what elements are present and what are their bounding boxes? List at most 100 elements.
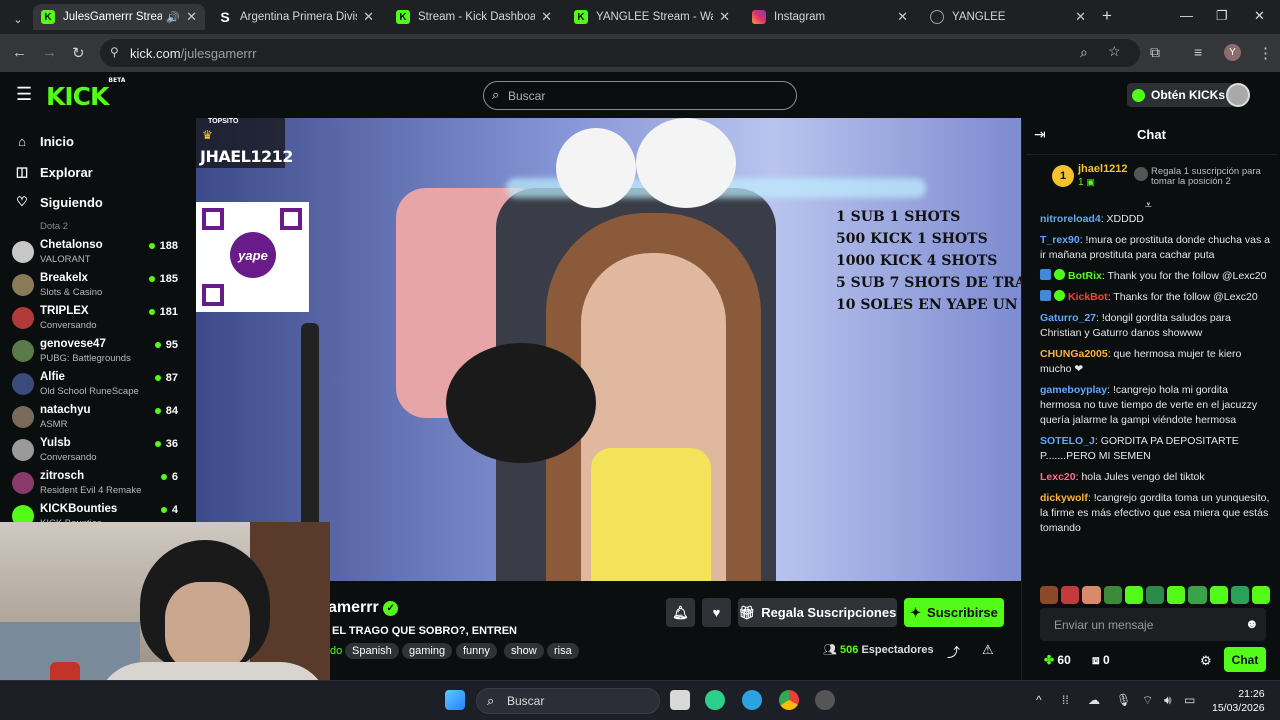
nav-explorar[interactable]: ◫ Explorar	[14, 164, 93, 180]
hamburger-menu-icon[interactable]: ☰	[16, 84, 32, 105]
sidebar-channel-alfie[interactable]: Alfie Old School RuneScape 87	[12, 370, 184, 403]
chat-username[interactable]: nitroreload4	[1040, 213, 1101, 225]
chat-username[interactable]: T_rex90	[1040, 234, 1080, 246]
maximize-button[interactable]: ❐	[1216, 8, 1228, 24]
wifi-icon[interactable]: ⌔	[1142, 693, 1153, 708]
taskbar-search[interactable]: ⌕ Buscar	[476, 688, 660, 714]
minimize-button[interactable]: —	[1180, 8, 1193, 23]
app-heart-icon[interactable]	[705, 690, 725, 710]
sidebar-channel-breakelx[interactable]: Breakelx Slots & Casino 185	[12, 271, 184, 304]
chat-username[interactable]: CHUNGa2005	[1040, 348, 1108, 360]
mic-icon[interactable]: 🎙︎	[1116, 693, 1131, 707]
chat-send-button[interactable]: Chat	[1224, 647, 1266, 672]
report-icon[interactable]: ⚠	[982, 642, 994, 658]
kicks-balance[interactable]: ✤ 60	[1044, 653, 1071, 667]
search-box[interactable]: ⌕	[483, 81, 797, 110]
extensions-icon[interactable]: ⧉	[1150, 44, 1160, 61]
close-tab-icon[interactable]: ✕	[1075, 9, 1086, 25]
tab-kick-dashboard[interactable]: K Stream - Kick Dashboard ✕	[388, 4, 560, 30]
tab-argentina[interactable]: S Argentina Primera Division ✕	[210, 4, 382, 30]
chat-username[interactable]: SOTELO_J	[1040, 435, 1095, 447]
chat-input[interactable]	[1054, 616, 1234, 634]
nav-siguiendo[interactable]: ♡ Siguiendo	[14, 194, 103, 210]
emoji-icon[interactable]: ☻	[1245, 616, 1259, 631]
gift-balance[interactable]: ⧈ 0	[1092, 653, 1110, 668]
expand-pin-icon[interactable]: ⩡	[1145, 198, 1152, 213]
emote-icon[interactable]	[1040, 586, 1059, 604]
reload-icon[interactable]: ↻	[72, 44, 85, 62]
clock[interactable]: 21:26 15/03/2026	[1212, 687, 1265, 715]
emote-icon[interactable]	[1103, 586, 1122, 604]
close-window-button[interactable]: ✕	[1254, 8, 1265, 24]
share-icon[interactable]: ⤴	[947, 642, 960, 661]
follow-button[interactable]: ♥	[702, 598, 731, 627]
get-kicks-button[interactable]: Obtén KICKs	[1127, 83, 1234, 107]
volume-icon[interactable]: 🔊︎	[1164, 693, 1172, 708]
sidebar-channel-triplex[interactable]: TRIPLEX Conversando 181	[12, 304, 184, 337]
tag-risa[interactable]: risa	[547, 643, 579, 659]
tab-yanglee-stream[interactable]: K YANGLEE Stream - Watch l ✕	[566, 4, 738, 30]
emote-icon[interactable]	[1251, 586, 1271, 604]
bookmark-star-icon[interactable]: ☆	[1108, 43, 1121, 60]
chrome-icon[interactable]	[779, 690, 799, 710]
tray-overflow-icon[interactable]: ^	[1036, 693, 1042, 707]
sidebar-channel-kickbounties[interactable]: KICKBountiesKICK Bounties4	[12, 502, 184, 522]
tag-spanish[interactable]: Spanish	[345, 643, 399, 659]
media-control-icon[interactable]: ≡	[1194, 44, 1202, 60]
chat-username[interactable]: Gaturro_27	[1040, 312, 1096, 324]
chat-username[interactable]: KickBot	[1068, 291, 1108, 303]
tag-funny[interactable]: funny	[456, 643, 497, 659]
windows-start-icon[interactable]	[445, 690, 465, 710]
tray-grid-icon[interactable]: ⁞⁞	[1062, 693, 1069, 707]
new-tab-button[interactable]: +	[1102, 6, 1112, 26]
site-info-icon[interactable]: ⚲	[110, 45, 119, 59]
tab-julesgamerrr[interactable]: K JulesGamerrr Stream - 🔊 ✕	[33, 4, 205, 30]
profile-avatar[interactable]: Y	[1224, 44, 1241, 61]
chat-username[interactable]: dickywolf	[1040, 492, 1088, 504]
sidebar-channel-chetalonso[interactable]: Chetalonso VALORANT 188	[12, 238, 184, 271]
tab-search-button[interactable]: ⌄	[8, 6, 28, 32]
category-link[interactable]: do	[330, 645, 342, 657]
chat-username[interactable]: gameboyplay	[1040, 384, 1107, 396]
obs-icon[interactable]	[815, 690, 835, 710]
zoom-icon[interactable]: ⌕	[1080, 44, 1088, 61]
sidebar-channel-yulsb[interactable]: Yulsb Conversando 36	[12, 436, 184, 469]
telegram-icon[interactable]	[742, 690, 762, 710]
nav-inicio[interactable]: ⌂ Inicio	[14, 134, 74, 149]
sidebar-channel-natachyu[interactable]: natachyu ASMR 84	[12, 403, 184, 436]
chat-username[interactable]: BotRix	[1068, 270, 1102, 282]
address-bar[interactable]: ⚲ kick.com/julesgamerrr ⌕ ☆	[100, 39, 1140, 67]
emote-icon[interactable]	[1209, 586, 1228, 604]
file-explorer-icon[interactable]	[670, 690, 690, 710]
emote-icon[interactable]	[1230, 586, 1249, 604]
emote-icon[interactable]	[1061, 586, 1080, 604]
close-tab-icon[interactable]: ✕	[186, 9, 197, 25]
gift-subs-button[interactable]: 🎁︎ Regala Suscripciones	[738, 598, 897, 627]
chat-settings-icon[interactable]: ⚙	[1200, 653, 1212, 669]
tray-cloud-icon[interactable]: ☁	[1088, 693, 1100, 707]
speaker-icon[interactable]: 🔊	[166, 11, 180, 24]
emote-icon[interactable]	[1082, 586, 1101, 604]
tab-yanglee[interactable]: YANGLEE ✕	[922, 4, 1094, 30]
close-tab-icon[interactable]: ✕	[897, 9, 908, 25]
tab-instagram[interactable]: Instagram ✕	[744, 4, 916, 30]
close-tab-icon[interactable]: ✕	[363, 9, 374, 25]
search-input[interactable]	[508, 86, 778, 106]
sidebar-channel-genovese47[interactable]: genovese47 PUBG: Battlegrounds 95	[12, 337, 184, 370]
subscribe-button[interactable]: ✦ Suscribirse	[904, 598, 1004, 627]
channel-name[interactable]: amerrr ✓	[328, 599, 399, 617]
chat-username[interactable]: Lexc20	[1040, 471, 1076, 483]
user-avatar[interactable]	[1226, 83, 1250, 107]
forward-icon[interactable]: →	[42, 44, 57, 61]
battery-icon[interactable]: ▭	[1184, 693, 1195, 707]
emote-icon[interactable]	[1188, 586, 1207, 604]
sidebar-channel-zitrosch[interactable]: zitrosch Resident Evil 4 Remake 6	[12, 469, 184, 502]
tag-show[interactable]: show	[504, 643, 544, 659]
video-player[interactable]: TOPSITO ♛ JHAEL1212 yape 1 SUB 1 SHOTS 5…	[196, 118, 1021, 581]
kick-logo[interactable]: KICKBETA	[46, 77, 125, 111]
chat-input-box[interactable]: ☻	[1040, 608, 1266, 641]
emote-icon[interactable]	[1145, 586, 1165, 604]
menu-kebab-icon[interactable]: ⋮	[1258, 44, 1273, 62]
emote-icon[interactable]	[1167, 586, 1186, 604]
back-icon[interactable]: ←	[12, 44, 27, 61]
